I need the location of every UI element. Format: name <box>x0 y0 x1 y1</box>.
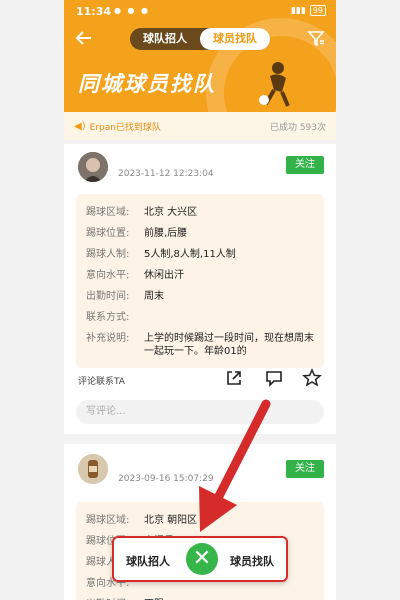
follow-button[interactable]: 关注 <box>286 460 324 478</box>
info-row-notes: 补充说明: 上学的时候踢过一段时间，现在想周末一起玩一下。年龄01的 <box>76 328 324 362</box>
popup-player-find-team-button[interactable]: 球员找队 <box>230 553 274 569</box>
filter-icon[interactable] <box>306 28 326 48</box>
post-actions: 评论联系TA <box>64 368 336 390</box>
info-key: 踢球区域: <box>86 515 130 526</box>
follow-button[interactable]: 关注 <box>286 156 324 174</box>
info-key: 联系方式: <box>86 312 130 323</box>
battery-icon: 99 <box>309 5 326 16</box>
info-row-time: 出勤时间: 周末 <box>76 286 324 307</box>
app-screen: 11:34 ● ● ● ▮▮▮ 99 球队招人 球员找队 同城球员找队 ◀) E… <box>64 0 336 600</box>
status-time: 11:34 <box>76 5 112 18</box>
info-row-area: 踢球区域: 北京 大兴区 <box>76 202 324 223</box>
popup-team-recruit-button[interactable]: 球队招人 <box>126 553 170 569</box>
info-value: 北京 朝阳区 <box>144 515 198 526</box>
info-key: 意向水平: <box>86 270 130 281</box>
info-value: 周末 <box>144 291 164 302</box>
info-value: 休闲出汗 <box>144 270 184 281</box>
status-icons: ▮▮▮ 99 <box>291 5 326 16</box>
avatar[interactable] <box>78 152 108 182</box>
banner-title: 同城球员找队 <box>78 72 216 96</box>
notice-text: Erpan已找到球队 <box>89 122 161 133</box>
info-row-time: 出勤时间:不限 <box>76 594 324 600</box>
info-key: 踢球区域: <box>86 207 130 218</box>
player-post-card: 2023-11-12 12:23:04 关注 踢球区域: 北京 大兴区 踢球位置:… <box>64 144 336 434</box>
comment-contact-label: 评论联系TA <box>78 377 125 387</box>
info-key: 踢球位置: <box>86 228 130 239</box>
tab-player-find-team[interactable]: 球员找队 <box>200 28 270 50</box>
info-row-format: 踢球人制: 5人制,8人制,11人制 <box>76 244 324 265</box>
notification-icons: ● ● ● <box>114 6 151 15</box>
info-key: 踢球人制: <box>86 249 130 260</box>
publish-popup: 球队招人 ✕ 球员找队 <box>112 536 288 582</box>
header-banner: 11:34 ● ● ● ▮▮▮ 99 球队招人 球员找队 同城球员找队 <box>64 0 336 112</box>
info-row-position: 踢球位置: 前腰,后腰 <box>76 223 324 244</box>
avatar[interactable] <box>78 454 108 484</box>
tab-team-recruit[interactable]: 球队招人 <box>130 28 200 50</box>
info-row-contact: 联系方式: <box>76 307 324 328</box>
comment-input[interactable]: 写评论... <box>76 400 324 424</box>
info-row-level: 意向水平: 休闲出汗 <box>76 265 324 286</box>
back-arrow-icon[interactable] <box>74 28 96 50</box>
info-value: 5人制,8人制,11人制 <box>144 249 236 260</box>
info-key: 出勤时间: <box>86 291 130 302</box>
speaker-icon: ◀) <box>74 120 86 132</box>
post-timestamp: 2023-09-16 15:07:29 <box>118 474 214 484</box>
comment-icon[interactable] <box>264 368 284 388</box>
close-icon[interactable]: ✕ <box>186 543 218 575</box>
post-timestamp: 2023-11-12 12:23:04 <box>118 169 214 179</box>
star-icon[interactable] <box>302 368 322 388</box>
info-row-area: 踢球区域: 北京 朝阳区 <box>76 510 324 531</box>
info-value <box>144 311 314 324</box>
info-value: 上学的时候踢过一段时间，现在想周末一起玩一下。年龄01的 <box>144 333 314 357</box>
player-info-box: 踢球区域: 北京 大兴区 踢球位置: 前腰,后腰 踢球人制: 5人制,8人制,11人制… <box>76 194 324 368</box>
success-notice-bar: ◀) Erpan已找到球队 已成功 593次 <box>64 112 336 140</box>
tab-switcher: 球队招人 球员找队 <box>130 28 270 50</box>
status-bar: 11:34 ● ● ● ▮▮▮ 99 <box>64 0 336 24</box>
info-key: 补充说明: <box>86 333 130 344</box>
player-silhouette-icon <box>256 60 296 108</box>
signal-icon: ▮▮▮ <box>290 5 306 16</box>
info-value: 前腰,后腰 <box>144 228 188 239</box>
success-count: 已成功 593次 <box>269 122 326 133</box>
share-icon[interactable] <box>224 368 244 388</box>
info-value: 北京 大兴区 <box>144 207 198 218</box>
